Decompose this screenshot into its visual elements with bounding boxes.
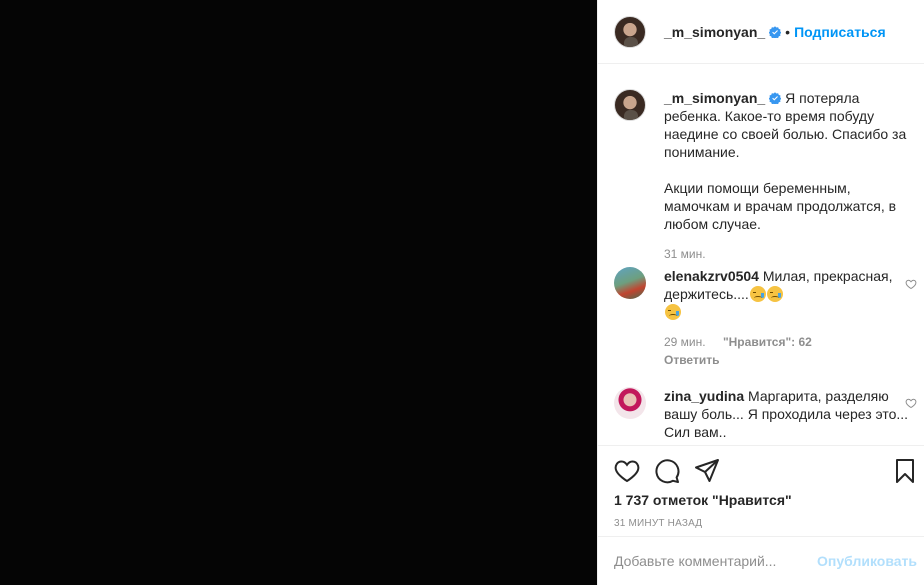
caption-timestamp[interactable]: 31 мин. — [664, 247, 914, 261]
comment-item: elenakzrv0504 Милая, прекрасная, держите… — [614, 267, 914, 369]
heart-icon[interactable] — [614, 458, 640, 484]
commenter-avatar[interactable] — [614, 387, 646, 419]
reply-button[interactable]: Ответить — [664, 351, 914, 369]
caption-username[interactable]: _m_simonyan_ — [664, 90, 765, 106]
comment-heart-icon[interactable] — [905, 278, 917, 290]
caption-body: _m_simonyan_ Я потеряла ребенка. Какое-т… — [664, 89, 914, 261]
post-timestamp[interactable]: 31 МИНУТ НАЗАД — [614, 518, 702, 529]
add-comment-bar: Опубликовать — [598, 536, 924, 585]
sad-face-emoji — [766, 286, 783, 302]
post-header: _m_simonyan_ • Подписаться — [598, 0, 924, 64]
action-icons — [614, 458, 914, 484]
comment-meta: 29 мин. "Нравится": 62 — [664, 335, 914, 349]
verified-badge-icon — [769, 92, 782, 104]
likes-count[interactable]: 1 737 отметок "Нравится" — [614, 492, 792, 508]
comment-username[interactable]: zina_yudina — [664, 388, 744, 404]
share-icon[interactable] — [694, 458, 720, 484]
caption-text-2: Акции помощи беременным, мамочкам и врач… — [664, 180, 897, 232]
comments-list[interactable]: _m_simonyan_ Я потеряла ребенка. Какое-т… — [598, 65, 924, 445]
comment-like-count[interactable]: "Нравится": 62 — [723, 335, 812, 349]
caption-paragraph: _m_simonyan_ Я потеряла ребенка. Какое-т… — [664, 89, 914, 161]
separator-dot: • — [785, 23, 791, 40]
comment-icon[interactable] — [654, 458, 680, 484]
comment-paragraph: elenakzrv0504 Милая, прекрасная, держите… — [664, 267, 914, 321]
comment-body: elenakzrv0504 Милая, прекрасная, держите… — [664, 267, 914, 369]
caption: _m_simonyan_ Я потеряла ребенка. Какое-т… — [614, 89, 914, 261]
comment-username[interactable]: elenakzrv0504 — [664, 268, 759, 284]
post-side-panel: _m_simonyan_ • Подписаться _m_simonyan_ … — [597, 0, 924, 585]
comment-heart-icon[interactable] — [905, 397, 917, 409]
author-avatar[interactable] — [614, 15, 646, 48]
publish-button[interactable]: Опубликовать — [817, 553, 917, 569]
verified-badge-icon — [769, 25, 782, 38]
post-media[interactable] — [0, 0, 597, 585]
comment-timestamp[interactable]: 29 мин. — [664, 335, 706, 349]
author-username[interactable]: _m_simonyan_ — [664, 24, 765, 40]
sad-face-emoji — [665, 304, 681, 320]
author-avatar[interactable] — [614, 89, 646, 121]
bookmark-icon[interactable] — [892, 458, 918, 484]
commenter-avatar[interactable] — [614, 267, 646, 299]
follow-button[interactable]: Подписаться — [794, 24, 886, 40]
sad-face-emoji — [749, 286, 766, 302]
comment-body: zina_yudina Маргарита, разделяю вашу бол… — [664, 387, 914, 441]
comment-input[interactable] — [614, 553, 818, 569]
comment-item: zina_yudina Маргарита, разделяю вашу бол… — [614, 387, 914, 441]
comment-paragraph: zina_yudina Маргарита, разделяю вашу бол… — [664, 387, 914, 441]
